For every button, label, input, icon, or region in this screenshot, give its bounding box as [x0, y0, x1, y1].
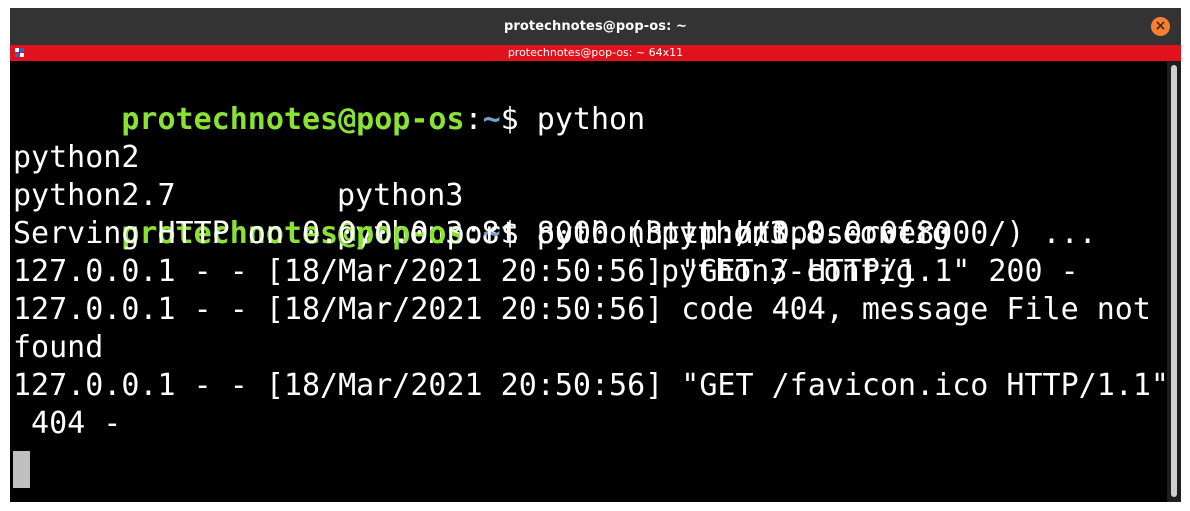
terminal-output[interactable]: protechnotes@pop-os:~$ python python2 py… [10, 61, 1169, 502]
close-button[interactable]: × [1151, 17, 1170, 36]
output-line: found [13, 330, 104, 365]
output-line: 404 - [13, 406, 122, 441]
output-line: 127.0.0.1 - - [18/Mar/2021 20:50:56] "GE… [13, 368, 1169, 403]
prompt-line-1: protechnotes@pop-os:~$ python [13, 63, 645, 137]
title-bar[interactable]: protechnotes@pop-os: ~ × [10, 8, 1181, 45]
session-title: protechnotes@pop-os: ~ 64x11 [507, 46, 684, 59]
prompt-line-2: protechnotes@pop-os:~$ python3 -m http.s… [13, 177, 934, 251]
completion-row-1: python2 python3 python3.8-config [13, 101, 1163, 251]
scrollbar-thumb[interactable] [1171, 65, 1177, 497]
terminal-window: protechnotes@pop-os: ~ × protechnotes@po… [10, 8, 1181, 502]
output-line: Serving HTTP on 0.0.0.0 port 8000 (http:… [13, 216, 1097, 251]
terminal-app-icon [15, 48, 25, 58]
close-icon: × [1154, 18, 1167, 34]
window-title: protechnotes@pop-os: ~ [503, 19, 688, 34]
output-line: 127.0.0.1 - - [18/Mar/2021 20:50:56] "GE… [13, 254, 1079, 289]
output-line: 127.0.0.1 - - [18/Mar/2021 20:50:56] cod… [13, 292, 1151, 327]
completion-row-2: python2.7 python3.8 python3-config [13, 139, 1163, 289]
text-cursor [13, 451, 30, 488]
session-bar: protechnotes@pop-os: ~ 64x11 [10, 45, 1181, 61]
vertical-scrollbar[interactable] [1167, 61, 1181, 502]
